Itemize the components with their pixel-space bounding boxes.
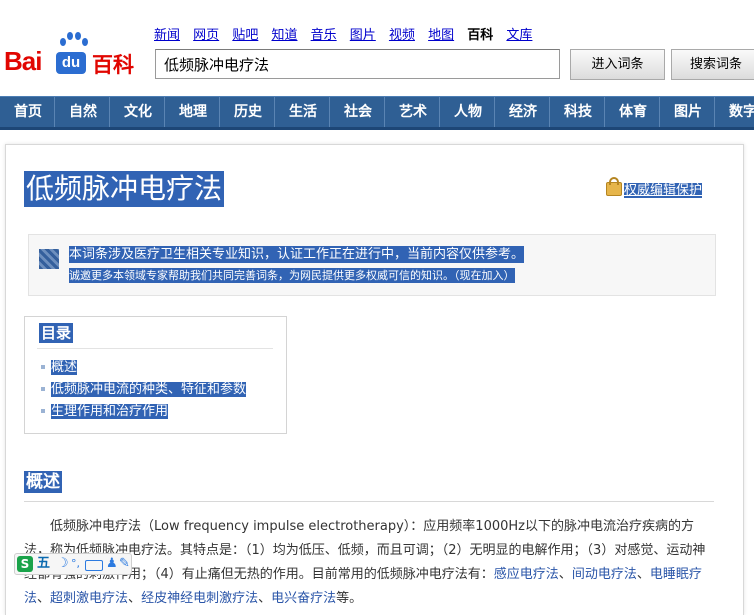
article-container: 低频脉冲电疗法 权威编辑保护 本词条涉及医疗卫生相关专业知识，认证工作正在进行中… [5,144,744,615]
table-of-contents: 目录 概述 低频脉冲电流的种类、特征和参数 生理作用和治疗作用 [24,316,287,434]
separator: 、 [128,591,142,606]
authority-protection[interactable]: 权威编辑保护 [606,177,703,198]
category-digital-museum[interactable]: 数字博物馆 [715,97,754,127]
category-art[interactable]: 艺术 [385,97,440,127]
category-nature[interactable]: 自然 [55,97,110,127]
separator: 、 [636,567,650,582]
nav-baike-current: 百科 [467,28,494,43]
baidu-baike-logo[interactable]: Bai du 百科 [4,32,139,80]
nav-video[interactable]: 视频 [389,28,415,43]
link-diadynamic-therapy[interactable]: 间动电疗法 [572,567,637,582]
category-pictures[interactable]: 图片 [660,97,715,127]
category-society[interactable]: 社会 [330,97,385,127]
separator: 、 [37,591,51,606]
paw-icon [58,32,88,52]
nav-wenku[interactable]: 文库 [506,28,532,43]
category-nav-bar: 首页自然文化地理历史生活社会艺术人物经济科技体育图片数字博物馆 [0,96,754,130]
keyboard-icon[interactable] [85,560,103,571]
link-tens-therapy[interactable]: 经皮神经电刺激疗法 [141,591,258,606]
search-input[interactable] [155,49,560,79]
top-nav: 新闻 网页 贴吧 知道 音乐 图片 视频 地图 百科 文库 [154,24,541,43]
ime-toolbar[interactable]: S 五 ☽ °, ♟ ✎ [14,553,132,575]
lock-icon [606,177,622,196]
search-entry-button[interactable]: 搜索词条 [671,49,754,80]
separator: 、 [558,567,572,582]
nav-images[interactable]: 图片 [350,28,376,43]
overview-end: 等。 [336,591,363,606]
category-life[interactable]: 生活 [275,97,330,127]
category-home[interactable]: 首页 [0,97,55,127]
bullet-icon [41,364,45,369]
category-sports[interactable]: 体育 [605,97,660,127]
toc-link-overview[interactable]: 概述 [51,360,78,375]
ime-mode-indicator[interactable]: 五 [37,556,50,572]
category-people[interactable]: 人物 [440,97,495,127]
nav-web[interactable]: 网页 [193,28,219,43]
toc-item: 概述 [39,357,246,379]
notice-line-1: 本词条涉及医疗卫生相关专业知识，认证工作正在进行中，当前内容仅供参考。 [69,246,525,263]
page-title: 低频脉冲电疗法 [24,171,225,207]
authority-protection-link[interactable]: 权威编辑保护 [624,183,703,198]
category-geography[interactable]: 地理 [165,97,220,127]
link-ultrastimulation-therapy[interactable]: 超刺激电疗法 [50,591,128,606]
toc-item: 低频脉冲电流的种类、特征和参数 [39,379,247,401]
nav-news[interactable]: 新闻 [154,28,180,43]
user-icon[interactable]: ♟ [106,556,118,572]
punctuation-icon[interactable]: °, [71,556,80,572]
bullet-icon [41,386,45,391]
nav-map[interactable]: 地图 [428,28,454,43]
logo-du: du [56,52,86,74]
category-culture[interactable]: 文化 [110,97,165,127]
nav-tieba[interactable]: 贴吧 [232,28,258,43]
medical-notice-box: 本词条涉及医疗卫生相关专业知识，认证工作正在进行中，当前内容仅供参考。 诚邀更多… [28,234,716,296]
category-economy[interactable]: 经济 [495,97,550,127]
toc-title: 目录 [39,323,74,343]
logo-bai: Bai [4,46,42,76]
notice-join-link[interactable]: 诚邀更多本领域专家帮助我们共同完善词条，为网民提供更多权威可信的知识。（现在加入… [69,268,515,283]
logo-baike: 百科 [92,53,134,77]
toc-link-types[interactable]: 低频脉冲电流的种类、特征和参数 [51,382,247,397]
section-heading-overview: 概述 [24,471,62,493]
link-induction-electrotherapy[interactable]: 感应电疗法 [494,567,559,582]
bullet-icon [41,408,45,413]
enter-entry-button[interactable]: 进入词条 [570,49,665,80]
category-technology[interactable]: 科技 [550,97,605,127]
toc-item: 生理作用和治疗作用 [39,401,246,423]
separator: 、 [258,591,272,606]
link-electro-excitation-therapy[interactable]: 电兴奋疗法 [271,591,336,606]
notice-icon [39,249,59,269]
nav-zhidao[interactable]: 知道 [271,28,297,43]
section-divider [24,501,714,502]
moon-icon[interactable]: ☽ [57,556,69,572]
sogou-icon[interactable]: S [17,556,33,572]
category-history[interactable]: 历史 [220,97,275,127]
settings-icon[interactable]: ✎ [119,556,130,572]
nav-music[interactable]: 音乐 [311,28,337,43]
toc-divider [37,348,273,349]
toc-link-effects[interactable]: 生理作用和治疗作用 [51,404,169,419]
